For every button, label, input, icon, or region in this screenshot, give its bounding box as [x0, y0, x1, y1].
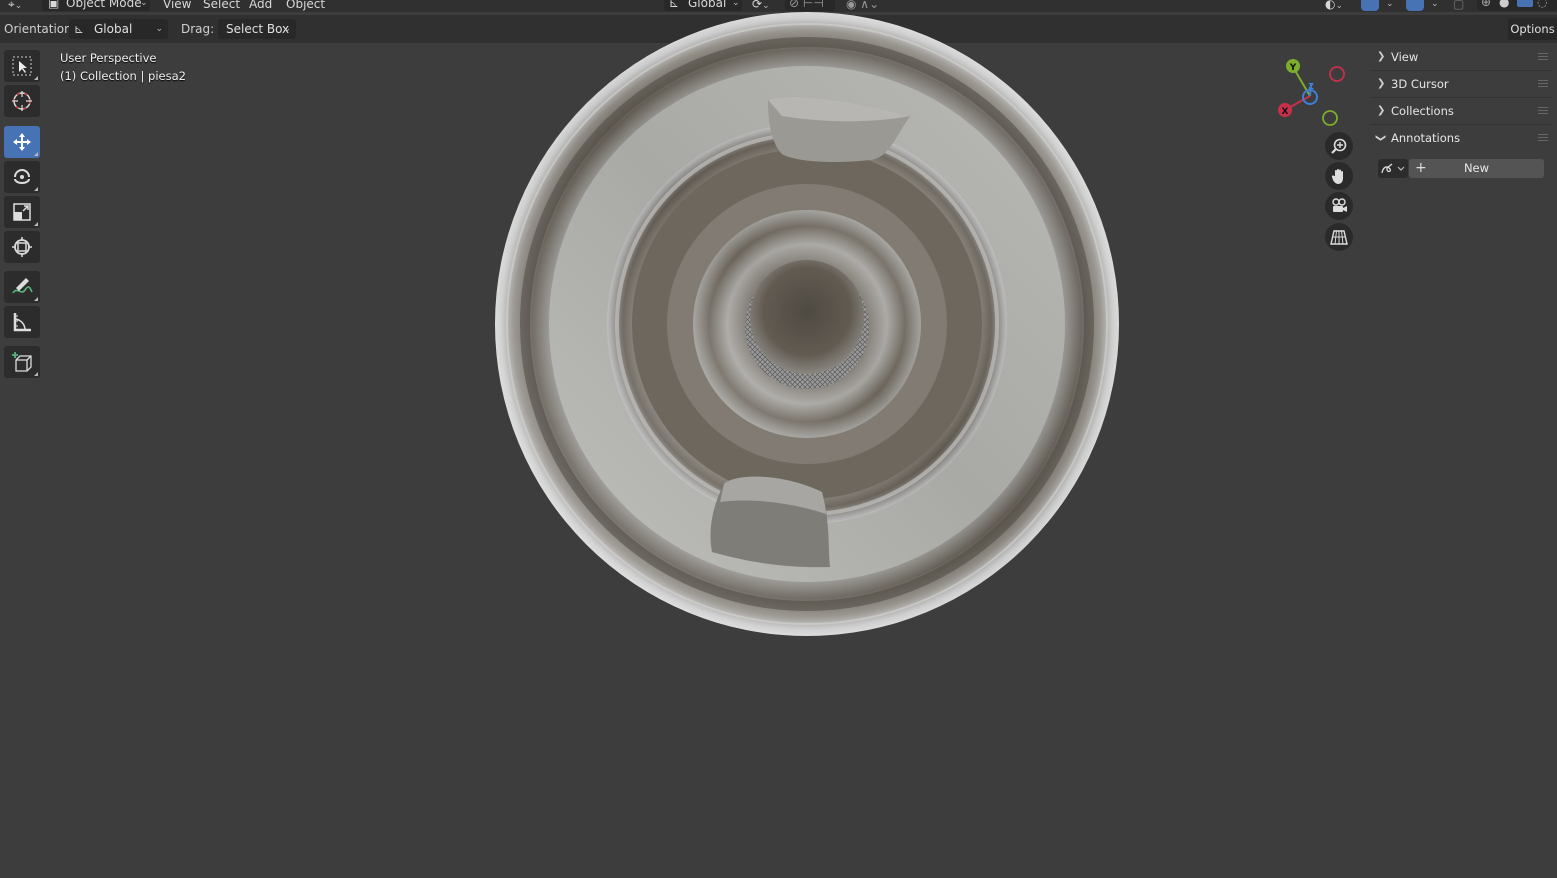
transform-tool[interactable]: [4, 231, 40, 263]
snap-toggle[interactable]: ⊘ ⊢⊣: [785, 0, 835, 11]
drag-value: Select Box: [226, 22, 290, 36]
neg-x-axis-handle[interactable]: [1329, 66, 1345, 82]
view-name: User Perspective: [60, 51, 157, 65]
solid-shading-icon[interactable]: ●: [1499, 0, 1509, 10]
chevron-right-icon: ❯: [1377, 105, 1386, 116]
orientation-icon: ⊾: [669, 0, 680, 10]
move-tool[interactable]: [4, 126, 40, 158]
transform-icon: [12, 237, 32, 257]
annotate-tool[interactable]: [4, 271, 40, 303]
rendered-shading-icon[interactable]: ◌: [1537, 0, 1547, 10]
drag-handle-icon[interactable]: [1538, 107, 1548, 115]
chevron-right-icon: ❯: [1377, 78, 1386, 89]
new-annotation-label: New: [1463, 161, 1490, 175]
menu-object[interactable]: Object: [286, 0, 325, 12]
move-icon: [13, 133, 31, 151]
material-shading-icon[interactable]: [1517, 0, 1533, 7]
chevron-down-icon: ⌄: [140, 0, 148, 8]
annotate-icon: [12, 278, 33, 294]
transform-orientation-label: Global: [688, 0, 727, 10]
panel-3d-cursor[interactable]: ❯ 3D Cursor: [1370, 71, 1552, 98]
sidebar-panel: ❯ View ❯ 3D Cursor ❯ Collections ❯ Annot…: [1370, 44, 1557, 184]
select-box-tool[interactable]: [4, 50, 40, 82]
shading-modes: ⊕ ● ◌: [1477, 0, 1557, 11]
chevron-down-icon[interactable]: ⌄: [1386, 0, 1394, 12]
3d-object-piesa2[interactable]: [490, 12, 1130, 642]
overlays-toggle[interactable]: [1406, 0, 1424, 11]
panel-view[interactable]: ❯ View: [1370, 44, 1552, 71]
annotation-layer-dropdown[interactable]: [1378, 159, 1408, 178]
hand-icon: [1331, 169, 1343, 184]
camera-view-button[interactable]: [1325, 192, 1353, 220]
proportional-edit-icon[interactable]: ◉ ∧⌄: [846, 0, 879, 12]
chevron-right-icon: ❯: [1377, 51, 1386, 62]
pivot-point-icon[interactable]: ⟳⌄: [752, 0, 770, 12]
zoom-icon: [1331, 138, 1347, 154]
orientation-label: Orientation:: [4, 22, 76, 36]
chevron-down-icon[interactable]: ⌄: [1431, 0, 1439, 12]
transform-orientation-dropdown[interactable]: ⊾ Global ⌄: [664, 0, 742, 11]
perspective-toggle-button[interactable]: [1325, 223, 1353, 251]
annotation-stroke-icon: [1381, 163, 1405, 174]
add-cube-icon: [12, 352, 32, 372]
chevron-down-icon: ❯: [1375, 133, 1387, 143]
add-cube-tool[interactable]: [4, 346, 40, 378]
xray-icon[interactable]: ▢: [1453, 0, 1464, 12]
mode-dropdown[interactable]: ▣ Object Mode ⌄: [42, 0, 150, 11]
panel-collections-label: Collections: [1391, 104, 1454, 118]
panel-3d-cursor-label: 3D Cursor: [1391, 77, 1449, 91]
mode-label: Object Mode: [66, 0, 142, 10]
orientation-icon: ⊾: [74, 22, 85, 36]
pan-button[interactable]: [1325, 162, 1353, 190]
editor-type-icon[interactable]: ⌖⌄: [8, 0, 22, 12]
drag-handle-icon[interactable]: [1538, 53, 1548, 61]
cursor-tool[interactable]: [4, 85, 40, 117]
chevron-down-icon: ⌄: [732, 0, 740, 8]
drag-label: Drag:: [181, 22, 215, 36]
navigation-gizmo[interactable]: Y X Z: [1272, 54, 1352, 134]
plus-icon: +: [1415, 160, 1427, 176]
chevron-down-icon: ⌄: [155, 24, 163, 34]
menu-add[interactable]: Add: [249, 0, 272, 12]
camera-icon: [1332, 198, 1347, 212]
neg-y-axis-handle[interactable]: [1322, 110, 1338, 126]
orientation-value: Global: [94, 22, 133, 36]
y-axis-label: Y: [1289, 63, 1297, 73]
new-annotation-button[interactable]: + New: [1409, 159, 1544, 178]
rotate-icon: [14, 169, 30, 184]
options-button[interactable]: Options: [1508, 18, 1557, 40]
toolbar-tools: [4, 50, 42, 380]
drag-dropdown[interactable]: Select Box ⌄: [218, 19, 296, 39]
grid-perspective-icon: [1330, 230, 1348, 245]
gizmo-toggle[interactable]: [1361, 0, 1379, 11]
collection-info: (1) Collection | piesa2: [60, 69, 186, 83]
zoom-button[interactable]: [1325, 132, 1353, 160]
drag-handle-icon[interactable]: [1538, 80, 1548, 88]
panel-annotations-label: Annotations: [1391, 131, 1461, 145]
panel-annotations[interactable]: ❯ Annotations: [1370, 125, 1552, 151]
orientation-dropdown[interactable]: ⊾ Global ⌄: [69, 19, 168, 39]
menu-view[interactable]: View: [163, 0, 191, 12]
snap-icon: ⊘ ⊢⊣: [789, 0, 824, 10]
rotate-tool[interactable]: [4, 161, 40, 193]
menu-select[interactable]: Select: [203, 0, 240, 12]
select-box-icon: [12, 56, 32, 76]
cursor-icon: [12, 91, 32, 111]
viewport-header: ⌖⌄ ▣ Object Mode ⌄ View Select Add Objec…: [0, 0, 1557, 12]
z-axis-label: Z: [1308, 82, 1314, 91]
measure-icon: [13, 313, 31, 332]
visibility-icon[interactable]: ◐⌄: [1325, 0, 1343, 12]
panel-collections[interactable]: ❯ Collections: [1370, 98, 1552, 125]
scale-icon: [13, 203, 31, 221]
wireframe-shading-icon[interactable]: ⊕: [1481, 0, 1491, 10]
x-axis-label: X: [1282, 107, 1289, 117]
object-mode-icon: ▣: [48, 0, 60, 10]
drag-handle-icon[interactable]: [1538, 134, 1548, 142]
chevron-down-icon: ⌄: [283, 24, 291, 34]
panel-view-label: View: [1391, 50, 1419, 64]
measure-tool[interactable]: [4, 306, 40, 338]
scale-tool[interactable]: [4, 196, 40, 228]
